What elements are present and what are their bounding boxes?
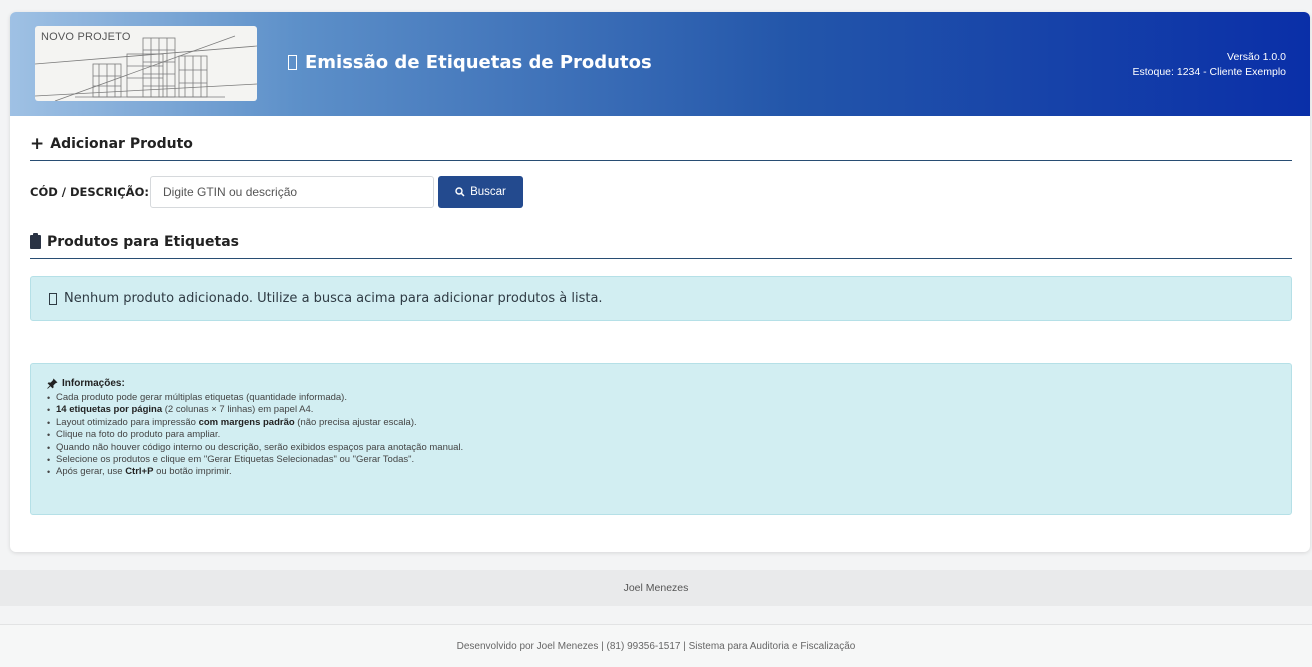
footer-text: Desenvolvido por Joel Menezes | (81) 993… [456,640,856,652]
search-label: CÓD / DESCRIÇÃO: [30,185,149,199]
info-title: Informações: [62,378,125,389]
stock-label: Estoque: 1234 - Cliente Exemplo [1132,66,1286,78]
logo-text: NOVO PROJETO [41,31,131,43]
info-heading: Informações: [47,378,1291,389]
version-label: Versão 1.0.0 [1227,51,1286,63]
page-title-text: Emissão de Etiquetas de Produtos [305,52,652,73]
logo: NOVO PROJETO [35,26,257,101]
search-row: CÓD / DESCRIÇÃO: Buscar [30,176,523,208]
page-title: Emissão de Etiquetas de Produtos [288,52,652,73]
box-icon [49,292,57,305]
header: NOVO PROJETO Emissão de Etiquetas de Pro… [10,12,1310,116]
add-product-heading: + Adicionar Produto [30,136,1292,161]
search-button[interactable]: Buscar [438,176,523,208]
info-list: Cada produto pode gerar múltiplas etique… [47,392,1291,479]
info-item: Quando não houver código interno ou desc… [47,442,1291,455]
version-info: Versão 1.0.0 Estoque: 1234 - Cliente Exe… [1132,50,1286,80]
clipboard-icon [30,233,41,249]
pin-icon [47,378,58,389]
info-item: 14 etiquetas por página (2 colunas × 7 l… [47,404,1291,417]
info-box: Informações: Cada produto pode gerar múl… [30,363,1292,515]
plus-icon: + [30,134,45,154]
search-icon [455,187,465,197]
info-item: Cada produto pode gerar múltiplas etique… [47,392,1291,405]
search-button-label: Buscar [470,186,506,198]
empty-products-message: Nenhum produto adicionado. Utilize a bus… [64,291,603,306]
add-product-title: Adicionar Produto [50,136,193,152]
info-item: Layout otimizado para impressão com marg… [47,417,1291,430]
info-item: Selecione os produtos e clique em "Gerar… [47,454,1291,467]
info-item: Após gerar, use Ctrl+P ou botão imprimir… [47,466,1291,479]
products-title: Produtos para Etiquetas [47,234,239,250]
search-input[interactable] [150,176,434,208]
credit-text: Joel Menezes [623,582,689,594]
box-icon [288,55,297,70]
info-item: Clique na foto do produto para ampliar. [47,429,1291,442]
footer: Desenvolvido por Joel Menezes | (81) 993… [0,624,1312,667]
main-card: NOVO PROJETO Emissão de Etiquetas de Pro… [10,12,1310,552]
products-heading: Produtos para Etiquetas [30,233,1292,259]
credit-bar: Joel Menezes [0,570,1312,606]
empty-products-alert: Nenhum produto adicionado. Utilize a bus… [30,276,1292,321]
